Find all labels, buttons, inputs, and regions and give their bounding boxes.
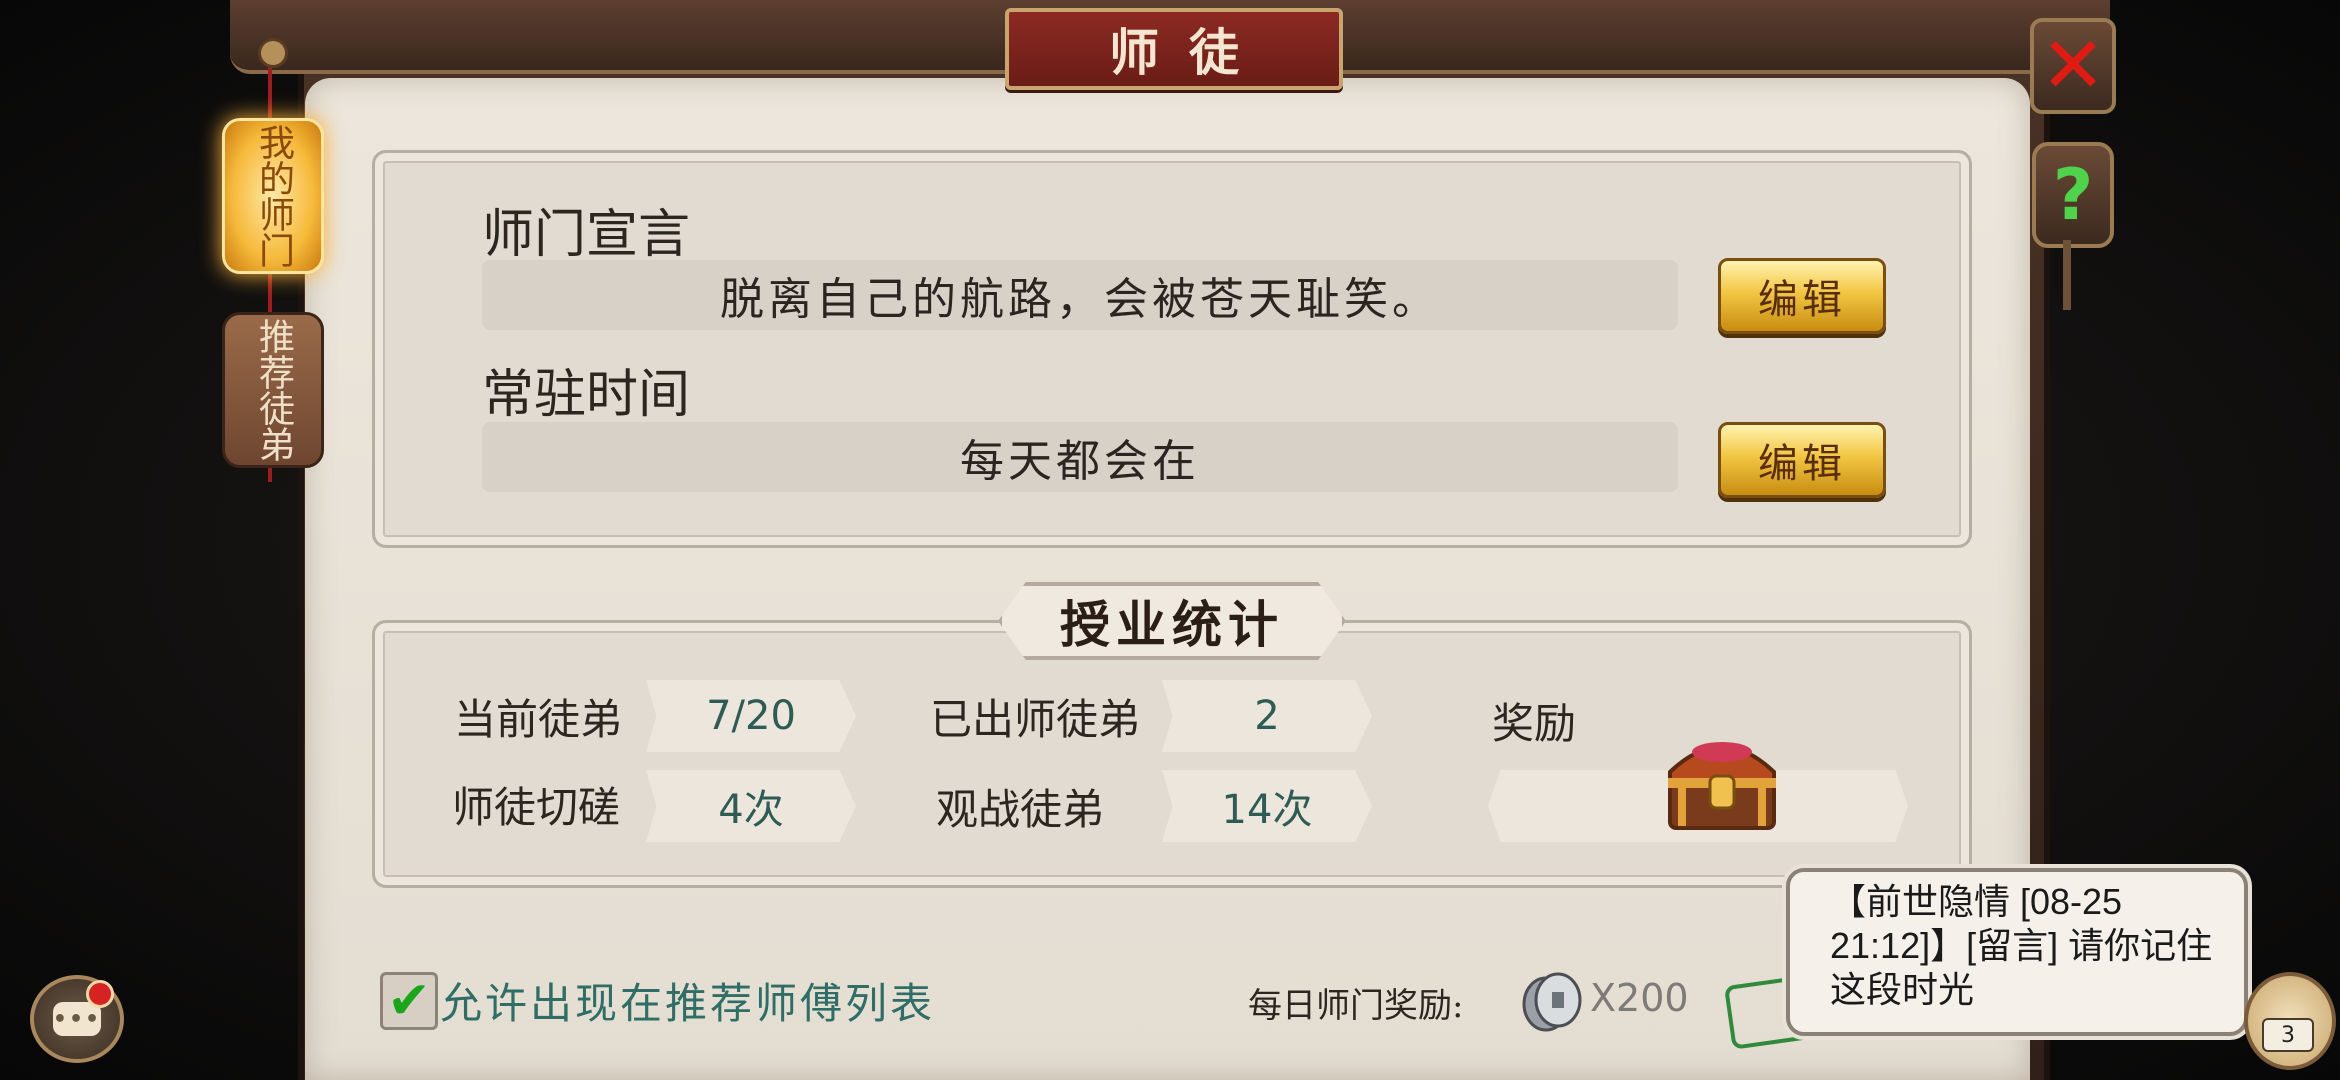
spectate-label: 观战徒弟 <box>936 785 1105 834</box>
sparring-value: 4次 <box>646 770 856 842</box>
current-disciples-value: 7/20 <box>646 680 856 752</box>
daily-reward-label: 每日师门奖励: <box>1248 986 1464 1026</box>
chat-notification-dot <box>86 980 114 1008</box>
title-plaque: 师徒 <box>1005 8 1343 90</box>
reward-label: 奖励 <box>1492 699 1577 748</box>
edit-resident-time-button[interactable]: 编辑 <box>1718 422 1886 498</box>
resident-time-field: 每天都会在 <box>482 422 1678 492</box>
window-title: 师徒 <box>1109 23 1269 82</box>
resident-time-label: 常驻时间 <box>482 365 691 425</box>
help-button[interactable]: ? <box>2032 142 2114 248</box>
daily-reward-amount: X200 <box>1590 976 1689 1020</box>
treasure-chest-icon[interactable] <box>1660 726 1784 836</box>
declaration-field: 脱离自己的航路，会被苍天耻笑。 <box>482 260 1678 330</box>
tab-recommended-disciples[interactable]: 推荐徒弟 <box>222 312 324 468</box>
tab-my-sect-label: 我的师门 <box>253 124 294 268</box>
sparring-label: 师徒切磋 <box>452 783 621 832</box>
chat-icon: ••• <box>53 1002 101 1036</box>
declaration-label: 师门宣言 <box>482 205 691 265</box>
allow-recommend-label[interactable]: 允许出现在推荐师傅列表 <box>440 970 935 1031</box>
stats-header: 授业统计 <box>998 582 1346 660</box>
help-tassel <box>2063 240 2071 310</box>
current-disciples-label: 当前徒弟 <box>454 695 623 744</box>
stats-title: 授业统计 <box>1060 595 1284 654</box>
friends-count-badge: 3 <box>2262 1018 2314 1052</box>
tab-my-sect[interactable]: 我的师门 <box>222 118 324 274</box>
graduated-label: 已出师徒弟 <box>930 695 1141 744</box>
edit-declaration-button[interactable]: 编辑 <box>1718 258 1886 334</box>
close-button[interactable]: ✕ <box>2030 18 2116 114</box>
message-notification-text: 【前世隐情 [08-25 21:12]】[留言] 请你记住这段时光 <box>1830 881 2213 1010</box>
tab-string-knob <box>258 38 288 68</box>
tab-recommended-disciples-label: 推荐徒弟 <box>253 318 294 462</box>
help-icon: ? <box>2052 154 2094 236</box>
allow-recommend-checkbox[interactable]: ✔ <box>380 972 438 1030</box>
silver-coin-icon <box>1522 972 1582 1032</box>
spectate-value: 14次 <box>1162 770 1372 842</box>
checkmark-icon: ✔ <box>387 971 431 1031</box>
graduated-value: 2 <box>1162 680 1372 752</box>
close-icon: ✕ <box>2040 21 2106 111</box>
